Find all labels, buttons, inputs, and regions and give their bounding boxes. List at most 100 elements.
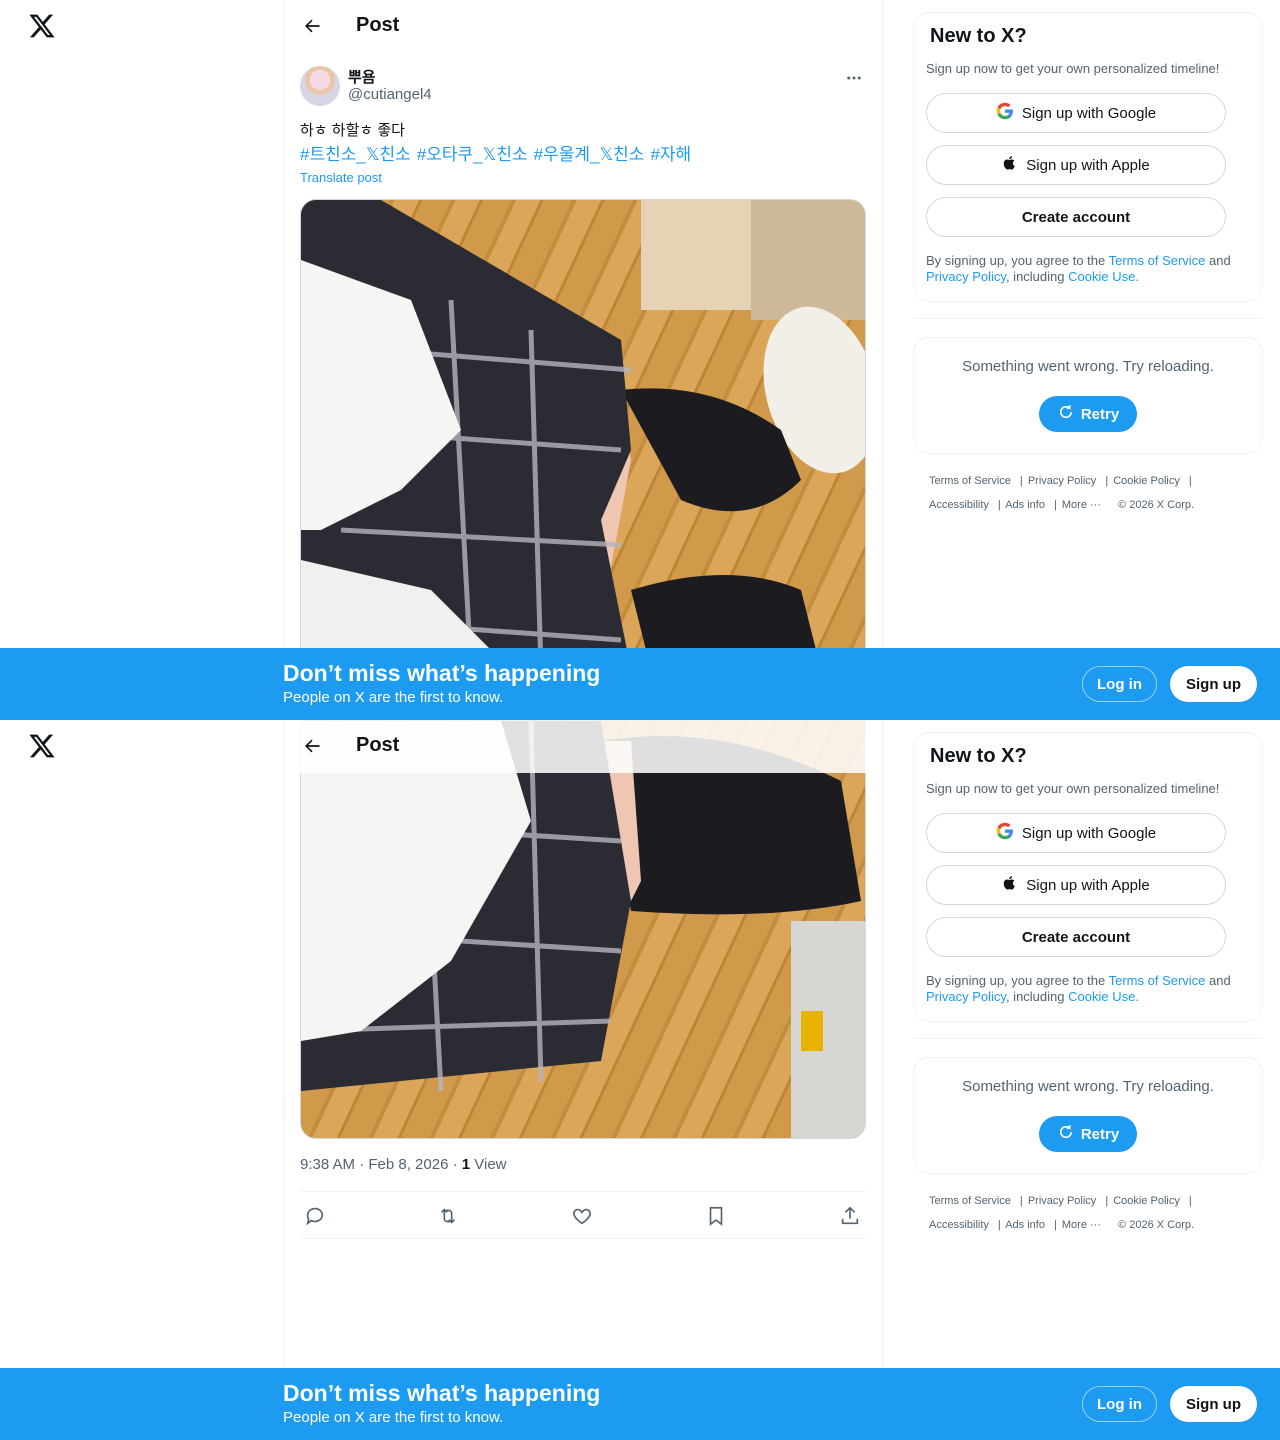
main-column-border-right [882, 720, 883, 1440]
footer-ads[interactable]: Ads info [1005, 499, 1045, 511]
new-to-x-card: New to X? Sign up now to get your own pe… [913, 732, 1263, 1022]
footer-cookie[interactable]: Cookie Policy [1113, 1195, 1180, 1207]
legal-including: , including [1005, 989, 1069, 1004]
hashtag-link[interactable]: #자해 [650, 144, 691, 166]
privacy-link[interactable]: Privacy Policy [926, 269, 1006, 284]
x-logo-icon[interactable] [28, 12, 56, 40]
footer-more[interactable]: More ··· [1062, 1219, 1101, 1231]
signup-button[interactable]: Sign up [1170, 666, 1257, 702]
sidebar-divider [913, 318, 1263, 319]
apple-icon [1002, 874, 1018, 896]
signup-apple-button[interactable]: Sign up with Apple [926, 145, 1226, 185]
login-button[interactable]: Log in [1082, 1386, 1157, 1422]
signup-button[interactable]: Sign up [1170, 1386, 1257, 1422]
apple-icon [1002, 154, 1018, 176]
error-card: Something went wrong. Try reloading. Ret… [913, 337, 1263, 454]
footer-accessibility[interactable]: Accessibility [929, 499, 989, 511]
cookie-link[interactable]: Cookie Use. [1068, 989, 1139, 1004]
signup-card-subtitle: Sign up now to get your own personalized… [926, 781, 1220, 796]
retry-label: Retry [1080, 405, 1120, 423]
error-message: Something went wrong. Try reloading. [962, 358, 1214, 375]
image-content [301, 720, 865, 1138]
signup-legal-text: By signing up, you agree to the Terms of… [926, 253, 1256, 285]
page-title: Post [356, 14, 400, 36]
avatar[interactable] [300, 66, 340, 106]
cookie-link[interactable]: Cookie Use. [1068, 269, 1139, 284]
main-column-border-left [283, 0, 284, 720]
hashtag-link[interactable]: #트친소_𝕏친소 [300, 144, 411, 166]
footer-copyright: © 2026 X Corp. [1118, 1219, 1195, 1231]
page-title: Post [356, 734, 400, 756]
banner-subtitle: People on X are the first to know. [283, 1409, 504, 1426]
refresh-icon [1057, 403, 1075, 425]
reply-icon[interactable] [303, 1204, 327, 1228]
legal-and: and [1205, 973, 1231, 988]
sidebar-divider [913, 1038, 1263, 1039]
legal-and: and [1205, 253, 1231, 268]
hashtag-link[interactable]: #우울계_𝕏친소 [534, 144, 645, 166]
image-content [301, 200, 865, 668]
footer-accessibility[interactable]: Accessibility [929, 1219, 989, 1231]
translate-post-link[interactable]: Translate post [300, 170, 382, 185]
signup-apple-label: Sign up with Apple [1026, 156, 1150, 174]
footer-terms[interactable]: Terms of Service [929, 1195, 1011, 1207]
banner-subtitle: People on X are the first to know. [283, 689, 504, 706]
signup-legal-text: By signing up, you agree to the Terms of… [926, 973, 1256, 1005]
like-icon[interactable] [570, 1204, 594, 1228]
share-icon[interactable] [838, 1204, 862, 1228]
post-hashtags: #트친소_𝕏친소 #오타쿠_𝕏친소 #우울계_𝕏친소 #자해 [300, 144, 691, 166]
footer-cookie[interactable]: Cookie Policy [1113, 475, 1180, 487]
post-header: Post [284, 720, 882, 773]
post-image[interactable] [300, 720, 866, 1139]
author-handle[interactable]: @cutiangel4 [348, 86, 432, 103]
google-icon [996, 822, 1014, 844]
retry-button[interactable]: Retry [1039, 1116, 1137, 1152]
legal-including: , including [1005, 269, 1069, 284]
retry-label: Retry [1080, 1125, 1120, 1143]
footer-copyright: © 2026 X Corp. [1118, 499, 1195, 511]
repost-icon[interactable] [436, 1204, 460, 1228]
post-time[interactable]: 9:38 AM · Feb 8, 2026 · [300, 1156, 462, 1173]
google-icon [996, 102, 1014, 124]
signup-apple-label: Sign up with Apple [1026, 876, 1150, 894]
back-arrow-icon[interactable] [298, 12, 326, 40]
signup-apple-button[interactable]: Sign up with Apple [926, 865, 1226, 905]
create-account-button[interactable]: Create account [926, 197, 1226, 237]
login-button[interactable]: Log in [1082, 666, 1157, 702]
legal-prefix: By signing up, you agree to the [926, 973, 1109, 988]
error-card: Something went wrong. Try reloading. Ret… [913, 1057, 1263, 1174]
error-message: Something went wrong. Try reloading. [962, 1078, 1214, 1095]
bookmark-icon[interactable] [704, 1204, 728, 1228]
main-column-border-left [283, 720, 284, 1440]
views-count: 1 [461, 1156, 471, 1173]
new-to-x-card: New to X? Sign up now to get your own pe… [913, 12, 1263, 302]
signup-google-button[interactable]: Sign up with Google [926, 93, 1226, 133]
login-banner: Don’t miss what’s happening People on X … [0, 648, 1280, 720]
post-image[interactable] [300, 199, 866, 669]
signup-card-subtitle: Sign up now to get your own personalized… [926, 61, 1220, 76]
signup-google-label: Sign up with Google [1021, 824, 1157, 842]
signup-google-label: Sign up with Google [1021, 104, 1157, 122]
footer-privacy[interactable]: Privacy Policy [1028, 1195, 1096, 1207]
more-icon[interactable] [842, 68, 866, 88]
footer-more[interactable]: More ··· [1062, 499, 1101, 511]
footer-terms[interactable]: Terms of Service [929, 475, 1011, 487]
views-label: View [470, 1156, 507, 1173]
terms-link[interactable]: Terms of Service [1109, 973, 1206, 988]
author-display-name[interactable]: 뿌욤 [348, 66, 376, 87]
login-banner: Don’t miss what’s happening People on X … [0, 1368, 1280, 1440]
x-logo-icon[interactable] [28, 732, 56, 760]
back-arrow-icon[interactable] [298, 732, 326, 760]
banner-title: Don’t miss what’s happening [283, 1380, 601, 1406]
terms-link[interactable]: Terms of Service [1109, 253, 1206, 268]
privacy-link[interactable]: Privacy Policy [926, 989, 1006, 1004]
footer-privacy[interactable]: Privacy Policy [1028, 475, 1096, 487]
hashtag-link[interactable]: #오타쿠_𝕏친소 [417, 144, 528, 166]
signup-google-button[interactable]: Sign up with Google [926, 813, 1226, 853]
post-author: 뿌욤 @cutiangel4 [300, 64, 866, 108]
create-account-button[interactable]: Create account [926, 917, 1226, 957]
footer-links-row2: Accessibility | Ads info | More ··· © 2026… [929, 1219, 1195, 1231]
post-timestamp: 9:38 AM · Feb 8, 2026 · 1 View [300, 1156, 507, 1173]
footer-ads[interactable]: Ads info [1005, 1219, 1045, 1231]
retry-button[interactable]: Retry [1039, 396, 1137, 432]
